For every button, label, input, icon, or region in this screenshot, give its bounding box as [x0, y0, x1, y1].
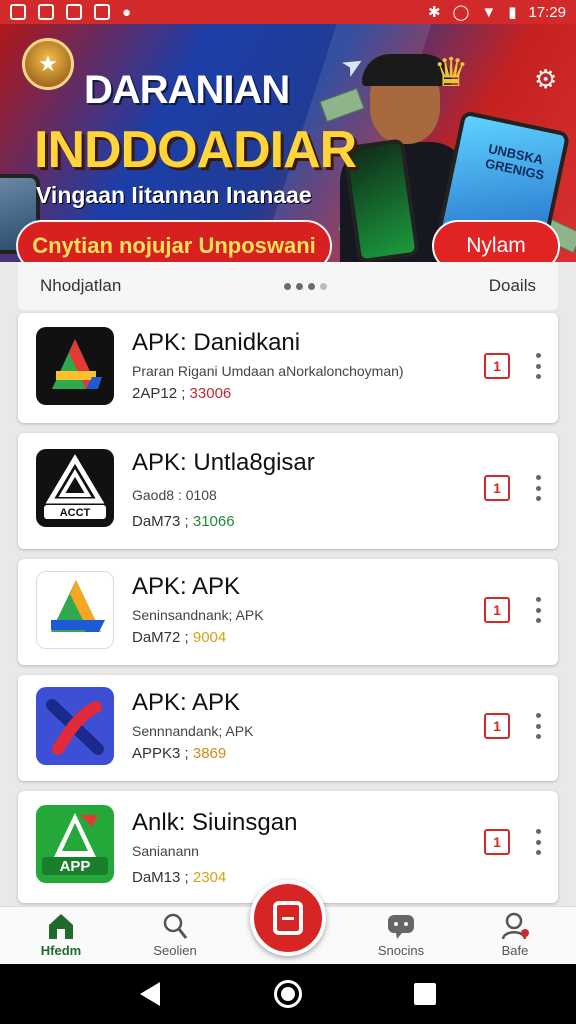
section-title: Nhodjatlan — [40, 276, 122, 295]
banner-cta-button[interactable]: Nylam — [432, 220, 560, 262]
photo-icon — [10, 4, 26, 20]
close-box-icon — [38, 4, 54, 20]
app-name: APK: Untla8gisar — [132, 449, 315, 476]
app-icon — [94, 4, 110, 20]
home-icon — [49, 914, 73, 939]
app-name: Anlk: Siuinsgan — [132, 809, 298, 836]
game-icon: ● — [122, 3, 132, 21]
nav-label: Seolien — [153, 943, 197, 958]
status-time: 17:29 — [528, 3, 566, 21]
mail-icon — [66, 4, 82, 20]
svg-text:ACCT: ACCT — [60, 507, 91, 519]
nav-item-chat[interactable]: Snocins — [356, 911, 446, 963]
carousel-dot — [319, 282, 327, 290]
section-header: Nhodjatlan Doails — [18, 262, 558, 310]
svg-text:APP: APP — [60, 858, 91, 875]
settings-icon[interactable]: ⚙ — [534, 64, 557, 95]
install-button[interactable]: 1 — [484, 353, 510, 379]
app-list-item[interactable]: ACCT APK: Untla8gisar Gaod8 : 0108 DaM73… — [18, 433, 558, 549]
nav-item-profile[interactable]: Bafe — [470, 911, 560, 963]
app-list-item[interactable]: APK: Danidkani Praran Rigani Umdaan aNor… — [18, 313, 558, 423]
more-options-icon[interactable] — [530, 829, 546, 855]
app-name: APK: APK — [132, 689, 241, 716]
battery-icon: ▮ — [508, 3, 517, 21]
app-logo-icon — [36, 327, 114, 405]
app-stat: APPK3 ; 3869 — [132, 745, 227, 762]
back-icon[interactable] — [140, 982, 160, 1006]
banner-subtitle: INDDOADIAR — [34, 121, 357, 179]
nav-item-home[interactable]: Hfedm — [16, 911, 106, 963]
profile-icon — [501, 912, 529, 940]
banner-pill[interactable]: Cnytian nojujar Unposwani — [16, 220, 332, 262]
details-link[interactable]: Doails — [489, 276, 536, 296]
promo-banner[interactable]: ➤ ♛ UNBSKA GRENIGS ★ DARANIAN INDDOADIAR… — [0, 24, 576, 262]
status-left-icons: ● — [10, 4, 131, 20]
app-stat: DaM72 ; 9004 — [132, 629, 227, 646]
app-description: Seninsandnank; APK — [132, 607, 264, 623]
app-stat: DaM73 ; 31066 — [132, 513, 235, 530]
status-right-icons: ✱ ◯ ▼ ▮ 17:29 — [428, 4, 566, 21]
app-logo-icon — [36, 687, 114, 765]
more-options-icon[interactable] — [530, 713, 546, 739]
app-stat-value: 33006 — [189, 385, 232, 402]
banner-logo-icon: ★ — [22, 38, 74, 90]
app-logo-icon: ACCT — [36, 449, 114, 527]
recent-apps-icon[interactable] — [414, 983, 436, 1005]
carousel-indicator[interactable] — [283, 282, 327, 290]
app-stat: 2AP12 ; 33006 — [132, 385, 232, 402]
download-icon — [273, 901, 303, 935]
chat-icon — [388, 915, 414, 939]
app-logo-icon — [36, 571, 114, 649]
app-list-item[interactable]: APK: APK Sennnandank; APK APPK3 ; 3869 1 — [18, 675, 558, 781]
install-button[interactable]: 1 — [484, 597, 510, 623]
app-description: Sanianann — [132, 843, 199, 859]
home-button-icon[interactable] — [274, 980, 302, 1008]
app-name: APK: Danidkani — [132, 329, 301, 356]
system-nav-bar — [0, 964, 576, 1024]
more-options-icon[interactable] — [530, 353, 546, 379]
app-stat-value: 31066 — [192, 513, 235, 530]
app-list-item[interactable]: APK: APK Seninsandnank; APK DaM72 ; 9004… — [18, 559, 558, 665]
more-options-icon[interactable] — [530, 475, 546, 501]
install-button[interactable]: 1 — [484, 475, 510, 501]
download-fab-button[interactable] — [250, 880, 326, 956]
app-stat-value: 9004 — [192, 629, 227, 646]
install-button[interactable]: 1 — [484, 713, 510, 739]
vibrate-icon: ◯ — [452, 3, 470, 21]
install-button[interactable]: 1 — [484, 829, 510, 855]
more-options-icon[interactable] — [530, 597, 546, 623]
nav-item-search[interactable]: Seolien — [130, 911, 220, 963]
app-stat-value: 2304 — [192, 869, 227, 886]
nav-label: Snocins — [377, 943, 425, 958]
app-logo-icon: APP — [36, 805, 114, 883]
nav-label: Bafe — [501, 943, 529, 958]
carousel-dot — [283, 282, 291, 290]
wifi-icon: ▼ — [481, 3, 497, 21]
app-stat-value: 3869 — [192, 745, 227, 762]
app-description: Praran Rigani Umdaan aNorkalonchoyman) — [132, 363, 404, 379]
carousel-dot — [295, 282, 303, 290]
status-bar: ● ✱ ◯ ▼ ▮ 17:29 — [0, 0, 576, 24]
search-icon — [163, 913, 188, 939]
nav-label: Hfedm — [40, 943, 82, 958]
app-description: Sennnandank; APK — [132, 723, 254, 739]
banner-tagline: Vingaan Iitannan Inanaae — [36, 182, 312, 208]
carousel-dot — [307, 282, 315, 290]
eagle-emblem-icon: ♛ — [433, 51, 469, 95]
bluetooth-icon: ✱ — [427, 3, 441, 21]
banner-title: DARANIAN — [84, 68, 290, 112]
app-name: APK: APK — [132, 573, 241, 600]
app-description: Gaod8 : 0108 — [132, 487, 217, 503]
